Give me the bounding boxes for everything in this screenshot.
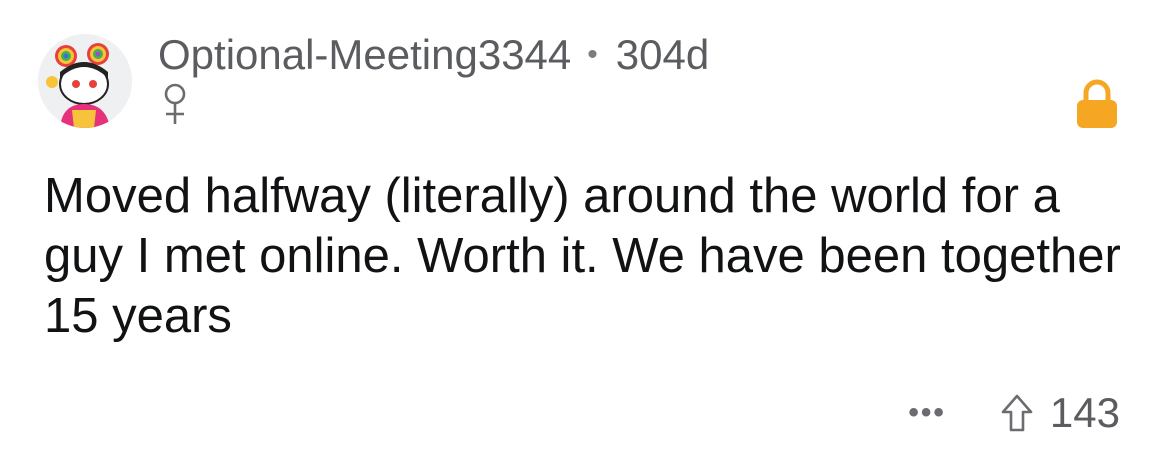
comment-age: 304d [615, 31, 710, 78]
vote-score: 143 [1049, 389, 1120, 436]
comment-meta: Optional-Meeting3344 • 304d [158, 30, 709, 80]
female-sign-icon [164, 83, 186, 124]
username[interactable]: Optional-Meeting3344 [158, 30, 571, 80]
more-options-button[interactable]: ••• [908, 393, 946, 433]
avatar-illustration [38, 34, 132, 128]
lock-icon [1077, 79, 1117, 128]
upvote-arrow-icon[interactable] [1000, 393, 1034, 433]
comment-body: Moved halfway (literally) around the wor… [44, 169, 1121, 343]
comment-actions: ••• 143 [908, 388, 1120, 438]
comment-card: Optional-Meeting3344 • 304d Moved halfwa… [0, 0, 1170, 451]
meta-separator: • [587, 38, 598, 71]
user-avatar[interactable] [38, 34, 132, 128]
